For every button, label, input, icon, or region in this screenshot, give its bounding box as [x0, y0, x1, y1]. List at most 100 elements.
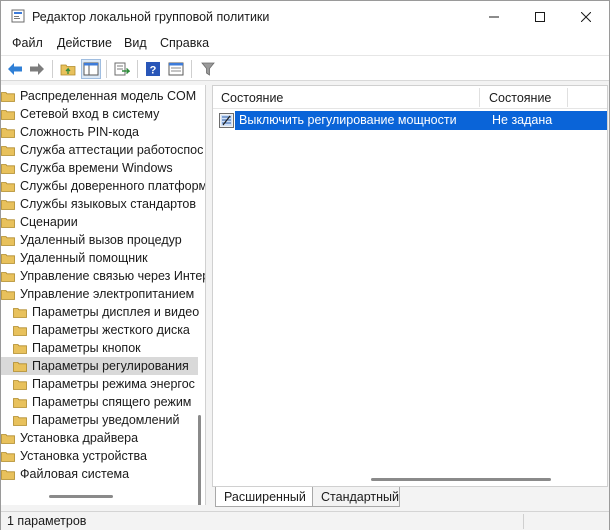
tree-item-label: Удаленный вызов процедур [20, 233, 182, 247]
menu-action[interactable]: Действие [57, 36, 112, 50]
back-button[interactable] [5, 59, 25, 79]
folder-icon [1, 199, 15, 210]
filter-button[interactable] [198, 59, 218, 79]
tree-item[interactable]: Управление связью через Интер [1, 267, 205, 285]
tree-item-label: Служба времени Windows [20, 161, 173, 175]
menu-view[interactable]: Вид [124, 36, 147, 50]
tree-item[interactable]: Удаленный вызов процедур [1, 231, 198, 249]
tab-extended[interactable]: Расширенный [215, 487, 313, 507]
tree-item[interactable]: Сценарии [1, 213, 198, 231]
show-hide-tree-button[interactable] [81, 59, 101, 79]
folder-icon [1, 181, 15, 192]
folder-icon [1, 127, 15, 138]
tree-item[interactable]: Параметры дисплея и видео [1, 303, 199, 321]
tree-item[interactable]: Службы языковых стандартов [1, 195, 198, 213]
list-item[interactable]: Выключить регулирование мощности Не зада… [217, 111, 607, 130]
close-icon [581, 12, 591, 22]
policy-name: Выключить регулирование мощности [235, 111, 484, 130]
tree-item[interactable]: Параметры спящего режим [1, 393, 198, 411]
tree-item-label: Параметры спящего режим [32, 395, 192, 409]
tree-item-label: Удаленный помощник [20, 251, 148, 265]
folder-icon [13, 325, 27, 336]
tree-item-label: Параметры регулирования [32, 359, 189, 373]
maximize-icon [535, 12, 545, 22]
folder-icon [1, 451, 15, 462]
folder-icon [1, 145, 15, 156]
tree-item[interactable]: Параметры режима энергос [1, 375, 198, 393]
tree-item-label: Службы доверенного платформ [20, 179, 206, 193]
folder-icon [1, 91, 15, 102]
column-divider[interactable] [567, 88, 568, 107]
policy-setting-icon [219, 113, 234, 128]
tree-item[interactable]: Служба аттестации работоспос [1, 141, 203, 159]
properties-button[interactable] [166, 59, 186, 79]
tree-item[interactable]: Служба времени Windows [1, 159, 198, 177]
tree-item-label: Параметры режима энергос [32, 377, 195, 391]
folder-icon [13, 397, 27, 408]
menu-file[interactable]: Файл [12, 36, 43, 50]
list-header: Состояние Состояние [213, 86, 607, 109]
tree-item-label: Файловая система [20, 467, 130, 481]
tree-item[interactable]: Сложность PIN-кода [1, 123, 198, 141]
details-pane: Состояние Состояние Выключить регулирова… [212, 85, 608, 487]
tree-item[interactable]: Управление электропитанием [1, 285, 198, 303]
help-icon: ? [146, 62, 160, 77]
menu-help[interactable]: Справка [160, 36, 209, 50]
folder-icon [1, 433, 15, 444]
folder-icon [1, 163, 15, 174]
horizontal-scrollbar[interactable] [371, 478, 551, 481]
folder-icon [13, 379, 27, 390]
tree-item-label: Сценарии [20, 215, 78, 229]
horizontal-scrollbar[interactable] [49, 495, 113, 498]
close-button[interactable] [563, 1, 609, 33]
window-title: Редактор локальной групповой политики [32, 10, 270, 24]
tree-item[interactable]: Сетевой вход в систему [1, 105, 198, 123]
view-tabs: Стандартный Расширенный [212, 487, 608, 509]
console-tree[interactable]: Распределенная модель COM Сетевой вход в … [1, 85, 206, 505]
toolbar-separator [52, 60, 53, 78]
tree-item[interactable]: Удаленный помощник [1, 249, 198, 267]
column-header-name[interactable]: Состояние [221, 91, 283, 105]
tree-item-label: Параметры кнопок [32, 341, 141, 355]
tree-item[interactable]: Файловая система [1, 465, 198, 483]
export-list-button[interactable] [112, 59, 132, 79]
maximize-button[interactable] [517, 1, 563, 33]
menu-bar: Файл Действие Вид Справка [1, 33, 609, 55]
up-folder-button[interactable] [58, 59, 78, 79]
tree-item[interactable]: Установка устройства [1, 447, 198, 465]
tree-item[interactable]: Установка драйвера [1, 429, 198, 447]
folder-icon [1, 289, 15, 300]
folder-icon [1, 109, 15, 120]
tree-item-label: Сетевой вход в систему [20, 107, 160, 121]
toolbar-separator [106, 60, 107, 78]
svg-text:?: ? [150, 65, 157, 77]
tab-standard[interactable]: Стандартный [310, 487, 400, 507]
tree-item-label: Распределенная модель COM [20, 89, 197, 103]
folder-icon [13, 307, 27, 318]
folder-icon [1, 271, 15, 282]
toolbar-separator [191, 60, 192, 78]
toolbar-separator [137, 60, 138, 78]
column-divider[interactable] [479, 88, 480, 107]
folder-icon [1, 217, 15, 228]
folder-icon [1, 469, 15, 480]
back-arrow-icon [8, 63, 22, 75]
tree-item[interactable]: Распределенная модель COM [1, 87, 198, 105]
console-tree-icon [83, 62, 99, 76]
forward-button[interactable] [27, 59, 47, 79]
filter-icon [201, 62, 215, 76]
title-bar: Редактор локальной групповой политики [1, 1, 609, 33]
minimize-button[interactable] [471, 1, 517, 33]
tree-item-label: Параметры жесткого диска [32, 323, 190, 337]
tree-item[interactable]: Параметры регулирования [1, 357, 198, 375]
tree-item-label: Установка драйвера [20, 431, 139, 445]
tree-item[interactable]: Службы доверенного платформ [1, 177, 205, 195]
tree-item-label: Параметры уведомлений [32, 413, 180, 427]
status-count: 1 параметров [7, 514, 87, 528]
column-header-state[interactable]: Состояние [489, 91, 551, 105]
tree-item[interactable]: Параметры кнопок [1, 339, 198, 357]
tree-item[interactable]: Параметры жесткого диска [1, 321, 198, 339]
help-button[interactable]: ? [143, 59, 163, 79]
vertical-scrollbar[interactable] [198, 415, 201, 505]
tree-item[interactable]: Параметры уведомлений [1, 411, 198, 429]
